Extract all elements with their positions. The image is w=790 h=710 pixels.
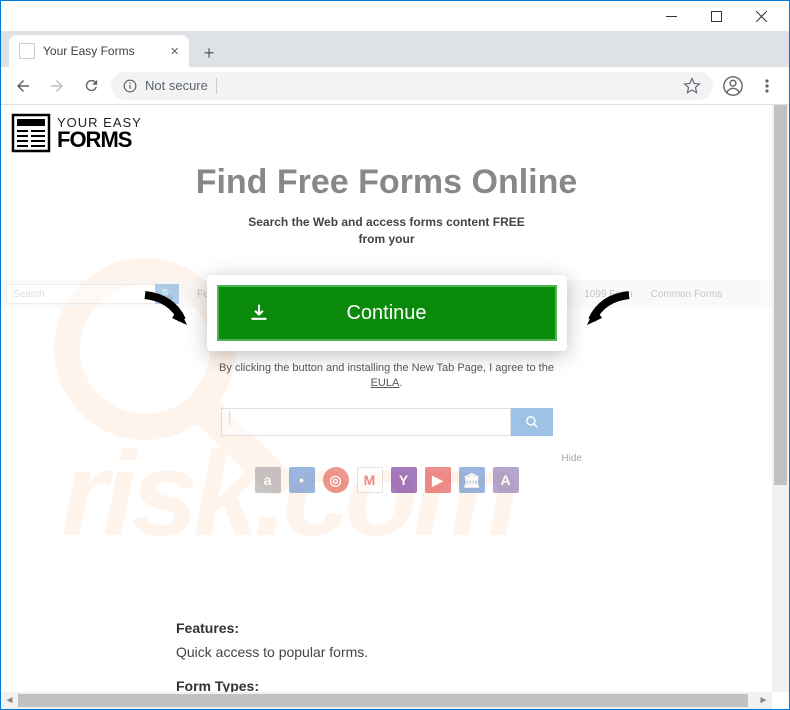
download-icon bbox=[249, 303, 269, 323]
quick-tiles: a • ◎ M Y ▶ 🏛 A bbox=[255, 467, 519, 493]
features-text: Quick access to popular forms. bbox=[176, 641, 732, 665]
bookmark-star-icon[interactable] bbox=[683, 77, 701, 95]
bg-search-input[interactable]: Search bbox=[6, 284, 156, 304]
hero-subtitle: Search the Web and access forms content … bbox=[1, 214, 772, 248]
reload-button[interactable] bbox=[77, 72, 105, 100]
eula-text: By clicking the button and installing th… bbox=[207, 361, 567, 392]
secondary-search: | bbox=[221, 408, 553, 436]
window-titlebar bbox=[1, 1, 789, 31]
browser-tab[interactable]: Your Easy Forms × bbox=[9, 35, 189, 67]
page: risk.com YOUR EASY FORMS Find Free Forms… bbox=[1, 105, 772, 692]
tile-bank[interactable]: 🏛 bbox=[459, 467, 485, 493]
tile-amazon[interactable]: a bbox=[255, 467, 281, 493]
maximize-button[interactable] bbox=[694, 2, 739, 30]
favicon-icon bbox=[19, 43, 35, 59]
tile-yahoo[interactable]: Y bbox=[391, 467, 417, 493]
tile-gmail[interactable]: M bbox=[357, 467, 383, 493]
tab-title: Your Easy Forms bbox=[43, 44, 135, 58]
info-icon bbox=[123, 79, 137, 93]
separator bbox=[216, 78, 217, 94]
profile-button[interactable] bbox=[719, 72, 747, 100]
menu-button[interactable] bbox=[753, 72, 781, 100]
back-button[interactable] bbox=[9, 72, 37, 100]
hide-link[interactable]: Hide bbox=[561, 453, 582, 464]
hero: Find Free Forms Online Search the Web an… bbox=[1, 163, 772, 248]
security-label: Not secure bbox=[145, 78, 208, 93]
cta-box: Continue bbox=[207, 275, 567, 351]
hero-title: Find Free Forms Online bbox=[1, 163, 772, 202]
forward-button[interactable] bbox=[43, 72, 71, 100]
close-button[interactable] bbox=[739, 2, 784, 30]
cta-area: Continue By clicking the button and inst… bbox=[207, 275, 567, 392]
site-logo[interactable]: YOUR EASY FORMS bbox=[11, 113, 142, 153]
tab-strip: Your Easy Forms × + bbox=[1, 31, 789, 67]
address-bar[interactable]: Not secure bbox=[111, 72, 713, 100]
tile-walmart[interactable]: • bbox=[289, 467, 315, 493]
arrow-left-icon bbox=[137, 290, 192, 340]
minimize-button[interactable] bbox=[649, 2, 694, 30]
browser-window: Your Easy Forms × + Not secure risk.com bbox=[0, 0, 790, 710]
continue-button[interactable]: Continue bbox=[217, 285, 557, 341]
eula-link[interactable]: EULA bbox=[371, 377, 400, 389]
scroll-thumb[interactable] bbox=[774, 105, 787, 485]
features-heading: Features: bbox=[176, 617, 732, 641]
tab-close-icon[interactable]: × bbox=[170, 43, 179, 60]
browser-toolbar: Not secure bbox=[1, 67, 789, 105]
arrow-right-icon bbox=[582, 290, 637, 340]
content-area: risk.com YOUR EASY FORMS Find Free Forms… bbox=[1, 105, 789, 709]
scroll-right-arrow-icon[interactable]: ► bbox=[755, 692, 772, 709]
logo-line2: FORMS bbox=[57, 129, 142, 151]
tile-aol[interactable]: A bbox=[493, 467, 519, 493]
scroll-thumb[interactable] bbox=[18, 694, 748, 707]
horizontal-scrollbar[interactable]: ◄ ► bbox=[1, 692, 772, 709]
bg-link[interactable]: Common Forms bbox=[651, 289, 723, 300]
tile-target[interactable]: ◎ bbox=[323, 467, 349, 493]
logo-icon bbox=[11, 113, 51, 153]
scroll-left-arrow-icon[interactable]: ◄ bbox=[1, 692, 18, 709]
tile-youtube[interactable]: ▶ bbox=[425, 467, 451, 493]
secondary-search-button[interactable] bbox=[511, 408, 553, 436]
new-tab-button[interactable]: + bbox=[195, 39, 223, 67]
continue-label: Continue bbox=[346, 302, 426, 325]
vertical-scrollbar[interactable] bbox=[772, 105, 789, 692]
secondary-search-input[interactable]: | bbox=[221, 408, 511, 436]
